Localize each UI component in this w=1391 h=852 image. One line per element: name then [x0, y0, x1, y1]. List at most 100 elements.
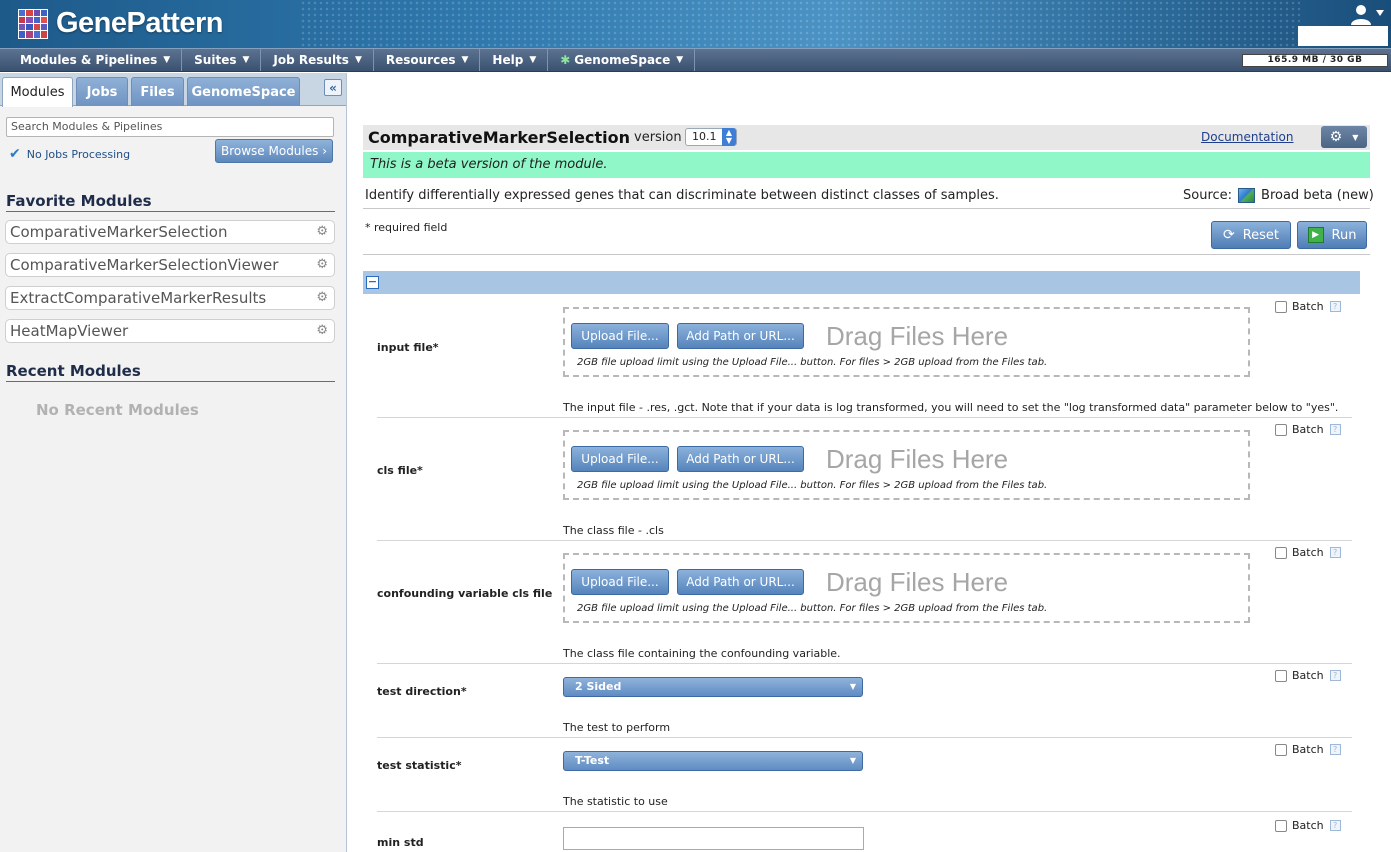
nav-modules-pipelines[interactable]: Modules & Pipelines ▼ [0, 49, 183, 71]
help-icon[interactable]: ? [1329, 744, 1341, 755]
batch-checkbox[interactable] [1275, 819, 1287, 832]
batch-label: Batch [1292, 546, 1324, 559]
param-label-test-statistic: test statistic* [377, 759, 462, 772]
reset-button[interactable]: ⟳ Reset [1211, 221, 1291, 249]
tab-genomespace[interactable]: GenomeSpace [187, 77, 300, 106]
min-std-input[interactable] [563, 827, 864, 850]
favorite-module-item[interactable]: ExtractComparativeMarkerResults ⚙ [5, 286, 335, 310]
genepattern-logo[interactable]: GenePattern [18, 7, 223, 40]
app-title: GenePattern [56, 7, 223, 39]
tab-files[interactable]: Files [131, 77, 184, 106]
batch-label: Batch [1292, 819, 1324, 832]
help-icon[interactable]: ? [1329, 820, 1341, 831]
test-direction-select[interactable]: 2 Sided ▼ [563, 677, 863, 697]
batch-option[interactable]: Batch? [1275, 300, 1341, 313]
param-description: The class file containing the confoundin… [563, 647, 841, 660]
batch-option[interactable]: Batch? [1275, 423, 1341, 436]
collapse-group-icon[interactable]: − [366, 276, 379, 289]
favorite-module-item[interactable]: ComparativeMarkerSelectionViewer ⚙ [5, 253, 335, 277]
batch-checkbox[interactable] [1275, 546, 1287, 559]
favorite-module-item[interactable]: ComparativeMarkerSelection ⚙ [5, 220, 335, 244]
help-icon[interactable]: ? [1329, 301, 1341, 312]
help-icon[interactable]: ? [1329, 547, 1341, 558]
run-button[interactable]: ▶ Run [1297, 221, 1367, 249]
batch-option[interactable]: Batch? [1275, 819, 1341, 832]
source-value: Broad beta (new) [1261, 188, 1374, 203]
batch-checkbox[interactable] [1275, 743, 1287, 756]
upload-limit-note: 2GB file upload limit using the Upload F… [577, 603, 1048, 614]
upload-limit-note: 2GB file upload limit using the Upload F… [577, 480, 1048, 491]
nav-genomespace[interactable]: ✱ GenomeSpace ▼ [548, 49, 696, 71]
parameter-group-header[interactable]: − [363, 271, 1360, 294]
gear-icon[interactable]: ⚙ [316, 320, 328, 342]
module-settings-button[interactable]: ⚙ ▼ [1321, 126, 1367, 148]
module-search-input[interactable]: Search Modules & Pipelines [6, 117, 334, 137]
chevron-down-icon: ▼ [849, 756, 856, 765]
module-form: ComparativeMarkerSelection version 10.1 … [348, 73, 1391, 852]
required-field-note: * required field [365, 221, 448, 234]
jobs-status-text: No Jobs Processing [26, 147, 131, 161]
tab-jobs[interactable]: Jobs [76, 77, 128, 106]
drag-files-text: Drag Files Here [826, 567, 1009, 597]
browse-modules-button[interactable]: Browse Modules › [215, 139, 333, 163]
nav-resources[interactable]: Resources ▼ [374, 49, 481, 71]
test-statistic-select[interactable]: T-Test ▼ [563, 751, 863, 771]
input-file-dropzone[interactable]: Upload File... Add Path or URL... Drag F… [563, 307, 1250, 377]
add-path-url-button[interactable]: Add Path or URL... [677, 569, 804, 595]
batch-checkbox[interactable] [1275, 423, 1287, 436]
upload-file-button[interactable]: Upload File... [571, 569, 669, 595]
upload-file-button[interactable]: Upload File... [571, 323, 669, 349]
batch-checkbox[interactable] [1275, 669, 1287, 682]
batch-checkbox[interactable] [1275, 300, 1287, 313]
nav-help[interactable]: Help ▼ [480, 49, 549, 71]
gear-icon[interactable]: ⚙ [316, 221, 328, 243]
upload-file-button[interactable]: Upload File... [571, 446, 669, 472]
add-path-url-button[interactable]: Add Path or URL... [677, 323, 804, 349]
collapse-panel-icon[interactable]: « [324, 79, 342, 96]
header-pattern [300, 0, 1300, 48]
run-label: Run [1331, 227, 1357, 243]
drag-files-text: Drag Files Here [826, 321, 1009, 351]
username-box[interactable] [1298, 26, 1388, 46]
add-path-url-button[interactable]: Add Path or URL... [677, 446, 804, 472]
batch-option[interactable]: Batch? [1275, 669, 1341, 682]
help-icon[interactable]: ? [1329, 424, 1341, 435]
gear-icon[interactable]: ⚙ [316, 254, 328, 276]
divider [363, 254, 1370, 255]
param-label-min-std: min std [377, 836, 424, 849]
confounding-file-dropzone[interactable]: Upload File... Add Path or URL... Drag F… [563, 553, 1250, 623]
beta-notice: This is a beta version of the module. [363, 152, 1370, 178]
nav-job-results[interactable]: Job Results ▼ [261, 49, 374, 71]
chevron-down-icon: ▼ [849, 682, 856, 691]
favorite-modules-title: Favorite Modules [6, 192, 335, 212]
stepper-arrows-icon: ▲ ▼ [722, 128, 736, 146]
source-label: Source: [1183, 188, 1233, 203]
nav-label: Modules & Pipelines [20, 53, 158, 67]
batch-label: Batch [1292, 743, 1324, 756]
batch-option[interactable]: Batch? [1275, 546, 1341, 559]
nav-suites[interactable]: Suites ▼ [182, 49, 262, 71]
disk-quota: 165.9 MB / 30 GB [1242, 54, 1388, 67]
version-select[interactable]: 10.1 ▲ ▼ [685, 128, 737, 146]
param-description: The input file - .res, .gct. Note that i… [563, 401, 1339, 414]
batch-option[interactable]: Batch? [1275, 743, 1341, 756]
tab-modules[interactable]: Modules [2, 77, 73, 107]
caret-down-icon: ▼ [1352, 132, 1359, 142]
cls-file-dropzone[interactable]: Upload File... Add Path or URL... Drag F… [563, 430, 1250, 500]
main-nav: Modules & Pipelines ▼ Suites ▼ Job Results… [0, 48, 1391, 72]
param-label-cls-file: cls file* [377, 464, 423, 477]
param-label-test-direction: test direction* [377, 685, 467, 698]
documentation-link[interactable]: Documentation [1201, 130, 1294, 144]
user-menu-icon[interactable] [1349, 4, 1385, 26]
recent-modules-title: Recent Modules [6, 362, 335, 382]
param-divider [377, 811, 1352, 812]
help-icon[interactable]: ? [1329, 670, 1341, 681]
module-description: Identify differentially expressed genes … [365, 188, 999, 203]
gear-icon: ⚙ [1329, 129, 1343, 145]
reset-label: Reset [1242, 227, 1280, 243]
nav-label: Job Results [273, 53, 349, 67]
upload-limit-note: 2GB file upload limit using the Upload F… [577, 357, 1048, 368]
genomespace-icon: ✱ [560, 53, 571, 67]
gear-icon[interactable]: ⚙ [316, 287, 328, 309]
favorite-module-item[interactable]: HeatMapViewer ⚙ [5, 319, 335, 343]
